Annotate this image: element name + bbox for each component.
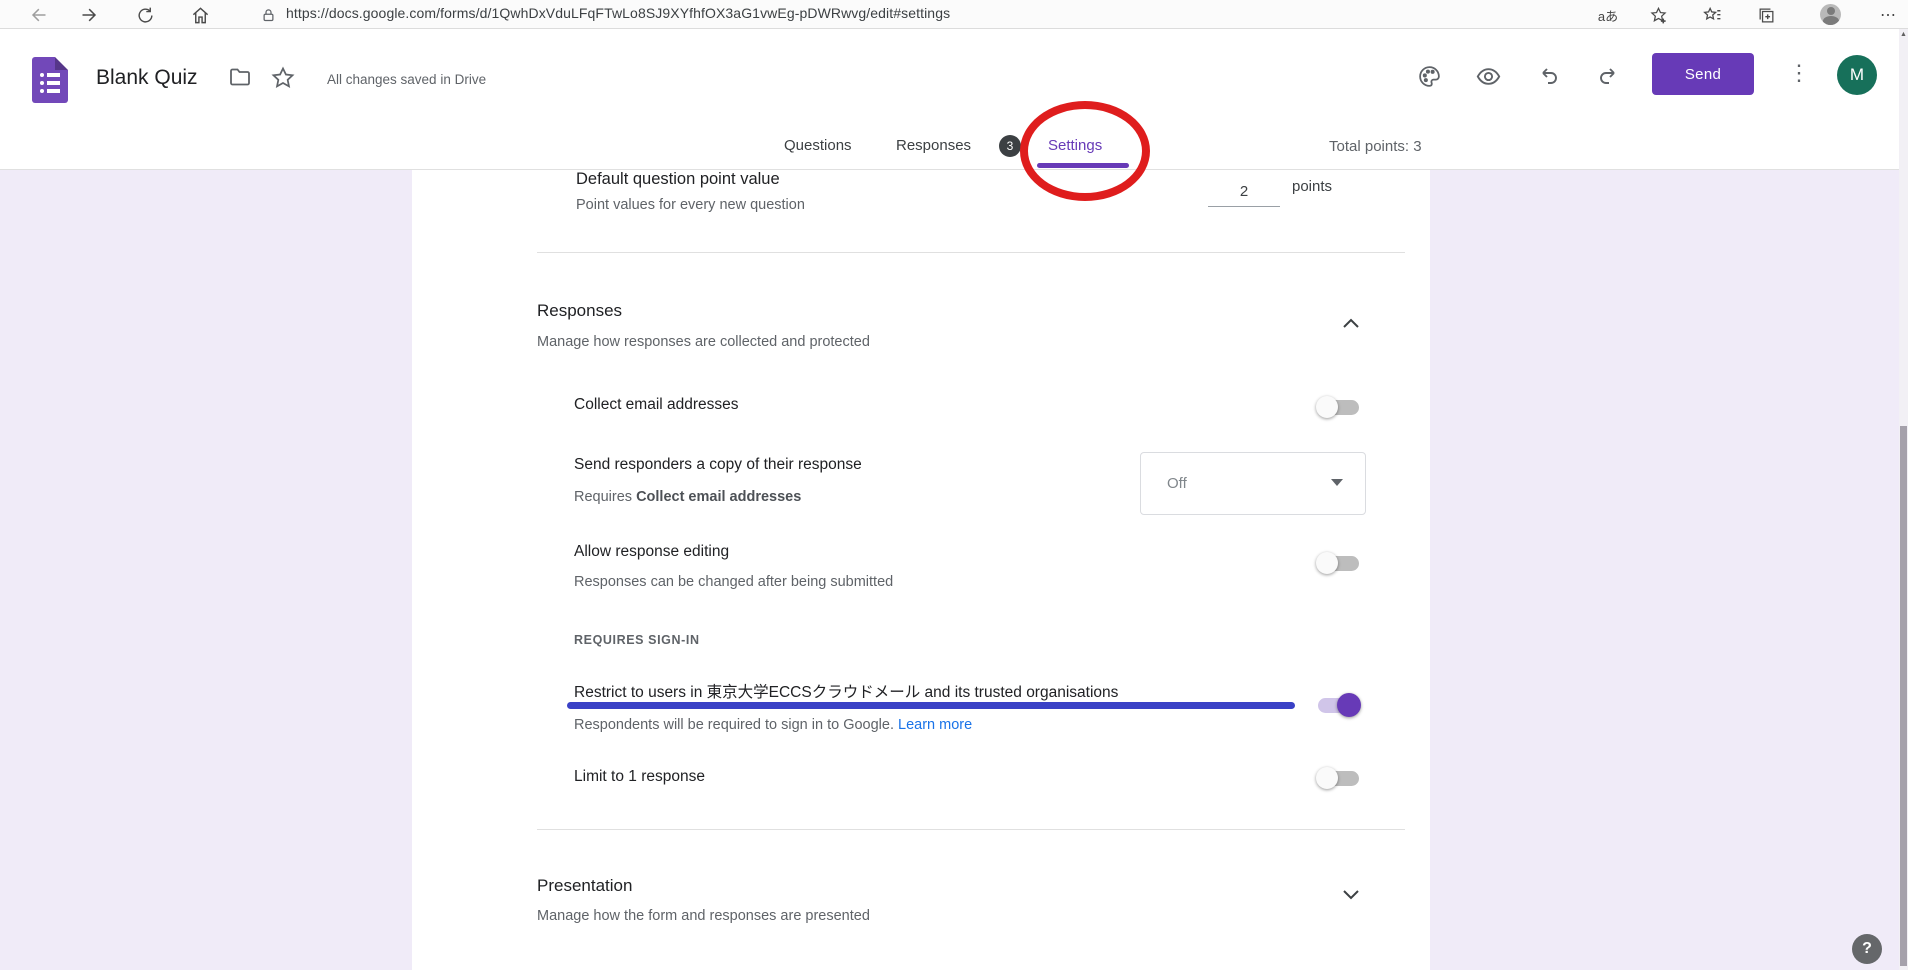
address-bar[interactable]: https://docs.google.com/forms/d/1QwhDxVd… xyxy=(286,5,950,21)
dropdown-selected-value: Off xyxy=(1167,475,1187,492)
help-button[interactable]: ? xyxy=(1852,934,1882,964)
save-status: All changes saved in Drive xyxy=(327,72,486,87)
limit-one-toggle[interactable] xyxy=(1318,771,1359,786)
theme-palette-icon[interactable] xyxy=(1415,62,1443,90)
tab-questions[interactable]: Questions xyxy=(784,137,852,154)
forms-header: Blank Quiz All changes saved in Drive Se… xyxy=(0,29,1908,170)
more-options-icon[interactable]: ⋮ xyxy=(1788,60,1808,86)
undo-icon[interactable] xyxy=(1534,62,1562,90)
favorites-bar-icon[interactable] xyxy=(1700,3,1724,27)
account-avatar[interactable]: M xyxy=(1837,55,1877,95)
scrollbar[interactable]: ▲ xyxy=(1899,29,1908,970)
browser-menu-icon[interactable]: ⋯ xyxy=(1876,3,1900,27)
section-divider xyxy=(537,829,1405,830)
default-points-input[interactable] xyxy=(1208,176,1280,207)
allow-editing-title: Allow response editing xyxy=(574,543,729,561)
send-copy-requires-bold: Collect email addresses xyxy=(636,489,801,505)
learn-more-link[interactable]: Learn more xyxy=(898,717,972,733)
responses-count-badge: 3 xyxy=(999,135,1021,157)
responses-section-title: Responses xyxy=(537,301,622,321)
add-favorite-icon[interactable] xyxy=(1646,3,1670,27)
send-copy-requires: Requires Collect email addresses xyxy=(574,489,801,505)
collect-email-toggle[interactable] xyxy=(1318,400,1359,415)
browser-toolbar: https://docs.google.com/forms/d/1QwhDxVd… xyxy=(0,0,1908,29)
send-button[interactable]: Send xyxy=(1652,53,1754,95)
responses-section-subtitle: Manage how responses are collected and p… xyxy=(537,334,870,350)
translate-icon[interactable]: aあ xyxy=(1596,3,1620,27)
limit-one-title: Limit to 1 response xyxy=(574,768,705,786)
restrict-users-toggle[interactable] xyxy=(1318,698,1359,713)
redo-icon[interactable] xyxy=(1595,62,1623,90)
section-divider xyxy=(537,252,1405,253)
collections-icon[interactable] xyxy=(1754,3,1778,27)
refresh-icon[interactable] xyxy=(133,3,157,27)
lock-icon xyxy=(256,3,280,27)
total-points-label: Total points: 3 xyxy=(1329,138,1422,155)
dropdown-caret-icon xyxy=(1331,479,1343,486)
default-points-subtitle: Point values for every new question xyxy=(576,197,805,213)
settings-card xyxy=(412,170,1430,970)
presentation-section-title: Presentation xyxy=(537,876,632,896)
collapse-chevron-up-icon[interactable] xyxy=(1342,316,1360,328)
allow-editing-toggle[interactable] xyxy=(1318,556,1359,571)
active-tab-indicator xyxy=(1037,163,1129,168)
document-title[interactable]: Blank Quiz xyxy=(96,66,198,90)
restrict-users-title: Restrict to users in 東京大学ECCSクラウドメール and… xyxy=(574,680,1118,702)
star-icon[interactable] xyxy=(270,65,296,96)
restrict-users-subtitle: Respondents will be required to sign in … xyxy=(574,717,972,733)
google-forms-logo-icon xyxy=(32,57,68,103)
annotation-blue-underline xyxy=(567,702,1295,709)
collect-email-title: Collect email addresses xyxy=(574,396,739,414)
browser-profile-icon[interactable] xyxy=(1820,4,1841,25)
expand-chevron-down-icon[interactable] xyxy=(1342,888,1360,900)
forward-icon[interactable] xyxy=(78,3,102,27)
scrollbar-up-arrow-icon[interactable]: ▲ xyxy=(1899,31,1908,38)
home-icon[interactable] xyxy=(188,3,212,27)
tab-responses[interactable]: Responses xyxy=(896,137,971,154)
preview-eye-icon[interactable] xyxy=(1474,62,1502,90)
requires-signin-heading: REQUIRES SIGN-IN xyxy=(574,633,700,647)
default-points-title: Default question point value xyxy=(576,170,780,189)
send-copy-title: Send responders a copy of their response xyxy=(574,456,862,474)
send-copy-dropdown[interactable]: Off xyxy=(1140,452,1366,515)
move-folder-icon[interactable] xyxy=(228,65,252,94)
points-unit-label: points xyxy=(1292,178,1332,195)
tab-settings[interactable]: Settings xyxy=(1048,137,1102,154)
presentation-section-subtitle: Manage how the form and responses are pr… xyxy=(537,908,870,924)
allow-editing-subtitle: Responses can be changed after being sub… xyxy=(574,574,893,590)
back-icon[interactable] xyxy=(26,3,50,27)
scrollbar-thumb[interactable] xyxy=(1900,426,1907,966)
